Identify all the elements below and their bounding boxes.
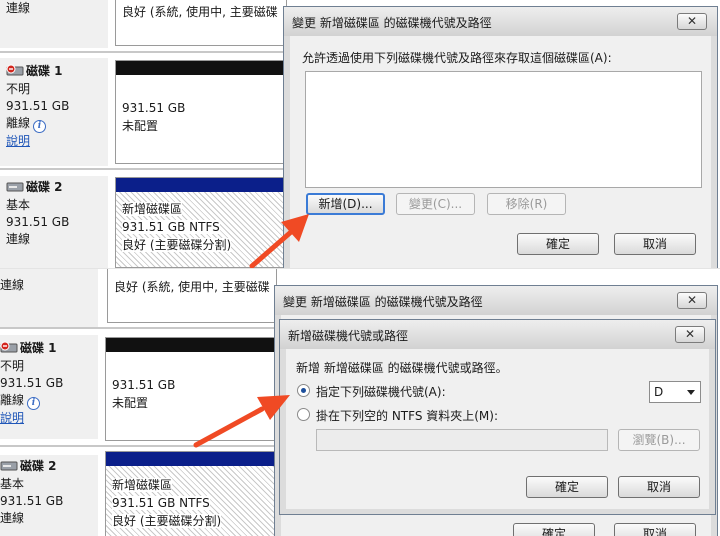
cancel-button[interactable]: 取消 [614, 523, 696, 536]
change-drive-letter-dialog: 變更 新增磁碟區 的磁碟機代號及路徑 ✕ 允許透過使用下列磁碟機代號及路徑來存取… [283, 6, 718, 268]
disk0-label: 連線 [0, 269, 98, 327]
drive-letter-path-list[interactable] [305, 71, 702, 188]
disk1-volume-state: 未配置 [122, 119, 159, 133]
info-icon[interactable]: i [33, 120, 47, 133]
chevron-down-icon [687, 390, 695, 395]
disk-icon [0, 459, 18, 476]
unallocated-bar [106, 338, 276, 352]
disk1-help-link[interactable]: 說明 [6, 134, 30, 148]
disk1-name: 磁碟 1 [26, 64, 63, 78]
disk0-label: 連線 [0, 0, 108, 48]
cancel-button[interactable]: 取消 [614, 233, 696, 255]
dialog-title: 變更 新增磁碟區 的磁碟機代號及路徑 [283, 295, 483, 309]
close-icon[interactable]: ✕ [677, 292, 707, 309]
divider [0, 51, 290, 53]
disk0-volume-status: 良好 (系統, 使用中, 主要磁碟 [122, 5, 278, 19]
disk2-type: 基本 [0, 477, 25, 491]
add-button[interactable]: 新增(D)... [306, 193, 385, 215]
disk0-volume[interactable]: 良好 (系統, 使用中, 主要磁碟 [107, 269, 277, 323]
disk-offline-icon [0, 341, 18, 358]
close-icon[interactable]: ✕ [675, 326, 705, 343]
assign-letter-radio[interactable] [297, 384, 310, 397]
divider [0, 327, 280, 329]
mount-folder-label[interactable]: 掛在下列空的 NTFS 資料夾上(M): [316, 407, 498, 424]
add-drive-letter-dialog: 新增磁碟機代號或路徑 ✕ 新增 新增磁碟區 的磁碟機代號或路徑。 指定下列磁碟機… [279, 319, 716, 515]
ok-button[interactable]: 確定 [517, 233, 599, 255]
disk1-state: 離線 [6, 116, 31, 130]
ok-button[interactable]: 確定 [526, 476, 608, 498]
disk-offline-icon [6, 64, 24, 81]
disk2-size: 931.51 GB [0, 494, 64, 508]
dialog-body: 新增 新增磁碟區 的磁碟機代號或路徑。 指定下列磁碟機代號(A): D 掛在下列… [286, 349, 709, 509]
disk1-name: 磁碟 1 [20, 341, 57, 355]
disk1-volume-unallocated[interactable]: 931.51 GB 未配置 [105, 337, 277, 441]
info-icon[interactable]: i [27, 397, 41, 410]
disk2-volume[interactable]: 新增磁碟區 931.51 GB NTFS 良好 (主要磁碟分割) [115, 177, 287, 268]
disk2-volume-name: 新增磁碟區 [112, 478, 173, 492]
disk2-volume-status: 良好 (主要磁碟分割) [112, 514, 222, 528]
close-icon[interactable]: ✕ [677, 13, 707, 30]
dialog-titlebar[interactable]: 變更 新增磁碟區 的磁碟機代號及路徑 ✕ [284, 7, 717, 36]
dialog-title: 新增磁碟機代號或路徑 [288, 329, 409, 343]
divider [0, 168, 290, 170]
disk2-volume-size: 931.51 GB NTFS [122, 220, 220, 234]
browse-button[interactable]: 瀏覽(B)... [618, 429, 700, 451]
assign-letter-label[interactable]: 指定下列磁碟機代號(A): [316, 383, 446, 400]
disk1-volume-size: 931.51 GB [112, 378, 176, 392]
disk1-size: 931.51 GB [0, 376, 64, 390]
change-button[interactable]: 變更(C)... [396, 193, 475, 215]
dialog-titlebar[interactable]: 新增磁碟機代號或路徑 ✕ [280, 320, 715, 349]
disk1-type: 不明 [0, 359, 25, 373]
basic-volume-bar [106, 452, 276, 466]
disk1-type: 不明 [6, 82, 31, 96]
disk2-name: 磁碟 2 [20, 459, 57, 473]
disk2-name: 磁碟 2 [26, 180, 63, 194]
drive-letter-select[interactable]: D [649, 381, 701, 403]
disk2-label[interactable]: 磁碟 2 基本 931.51 GB 連線 [0, 176, 108, 268]
disk-icon [6, 180, 24, 197]
drive-letter-value: D [654, 385, 664, 399]
cancel-button[interactable]: 取消 [618, 476, 700, 498]
disk2-type: 基本 [6, 198, 31, 212]
basic-volume-bar [116, 178, 286, 192]
disk0-volume-status: 良好 (系統, 使用中, 主要磁碟 [114, 280, 270, 294]
dialog-description: 允許透過使用下列磁碟機代號及路徑來存取這個磁碟區(A): [302, 51, 612, 65]
disk2-state: 連線 [6, 232, 31, 246]
panel-bottom: 連線 良好 (系統, 使用中, 主要磁碟 磁碟 1 不明 931.51 GB 離… [0, 268, 720, 536]
disk2-volume-status: 良好 (主要磁碟分割) [122, 238, 232, 252]
disk1-label[interactable]: 磁碟 1 不明 931.51 GB 離線 i 說明 [0, 335, 98, 439]
folder-path-input[interactable] [316, 429, 608, 451]
disk2-state: 連線 [0, 511, 25, 525]
unallocated-bar [116, 61, 286, 75]
disk1-state: 離線 [0, 393, 25, 407]
panel-top: 連線 良好 (系統, 使用中, 主要磁碟 磁碟 1 不明 931.51 GB 離… [0, 0, 720, 268]
divider [0, 445, 280, 447]
disk1-volume-unallocated[interactable]: 931.51 GB 未配置 [115, 60, 287, 164]
disk2-volume[interactable]: 新增磁碟區 931.51 GB NTFS 良好 (主要磁碟分割) [105, 451, 277, 536]
disk2-volume-name: 新增磁碟區 [122, 202, 183, 216]
disk1-label[interactable]: 磁碟 1 不明 931.51 GB 離線 i 說明 [0, 58, 108, 166]
disk0-status: 連線 [0, 278, 25, 292]
disk1-volume-size: 931.51 GB [122, 101, 186, 115]
dialog-titlebar[interactable]: 變更 新增磁碟區 的磁碟機代號及路徑 ✕ [275, 286, 717, 315]
disk0-volume[interactable]: 良好 (系統, 使用中, 主要磁碟 [115, 0, 287, 46]
disk1-volume-state: 未配置 [112, 396, 149, 410]
disk0-status: 連線 [6, 1, 31, 15]
disk2-volume-size: 931.51 GB NTFS [112, 496, 210, 510]
disk2-size: 931.51 GB [6, 215, 70, 229]
dialog-title: 變更 新增磁碟區 的磁碟機代號及路徑 [292, 16, 492, 30]
mount-folder-radio[interactable] [297, 408, 310, 421]
remove-button[interactable]: 移除(R) [487, 193, 566, 215]
disk1-size: 931.51 GB [6, 99, 70, 113]
dialog-body: 允許透過使用下列磁碟機代號及路徑來存取這個磁碟區(A): 新增(D)... 變更… [290, 36, 711, 268]
disk2-label[interactable]: 磁碟 2 基本 931.51 GB 連線 [0, 455, 98, 536]
dialog-description: 新增 新增磁碟區 的磁碟機代號或路徑。 [296, 361, 508, 375]
disk1-help-link[interactable]: 說明 [0, 411, 24, 425]
ok-button[interactable]: 確定 [513, 523, 595, 536]
